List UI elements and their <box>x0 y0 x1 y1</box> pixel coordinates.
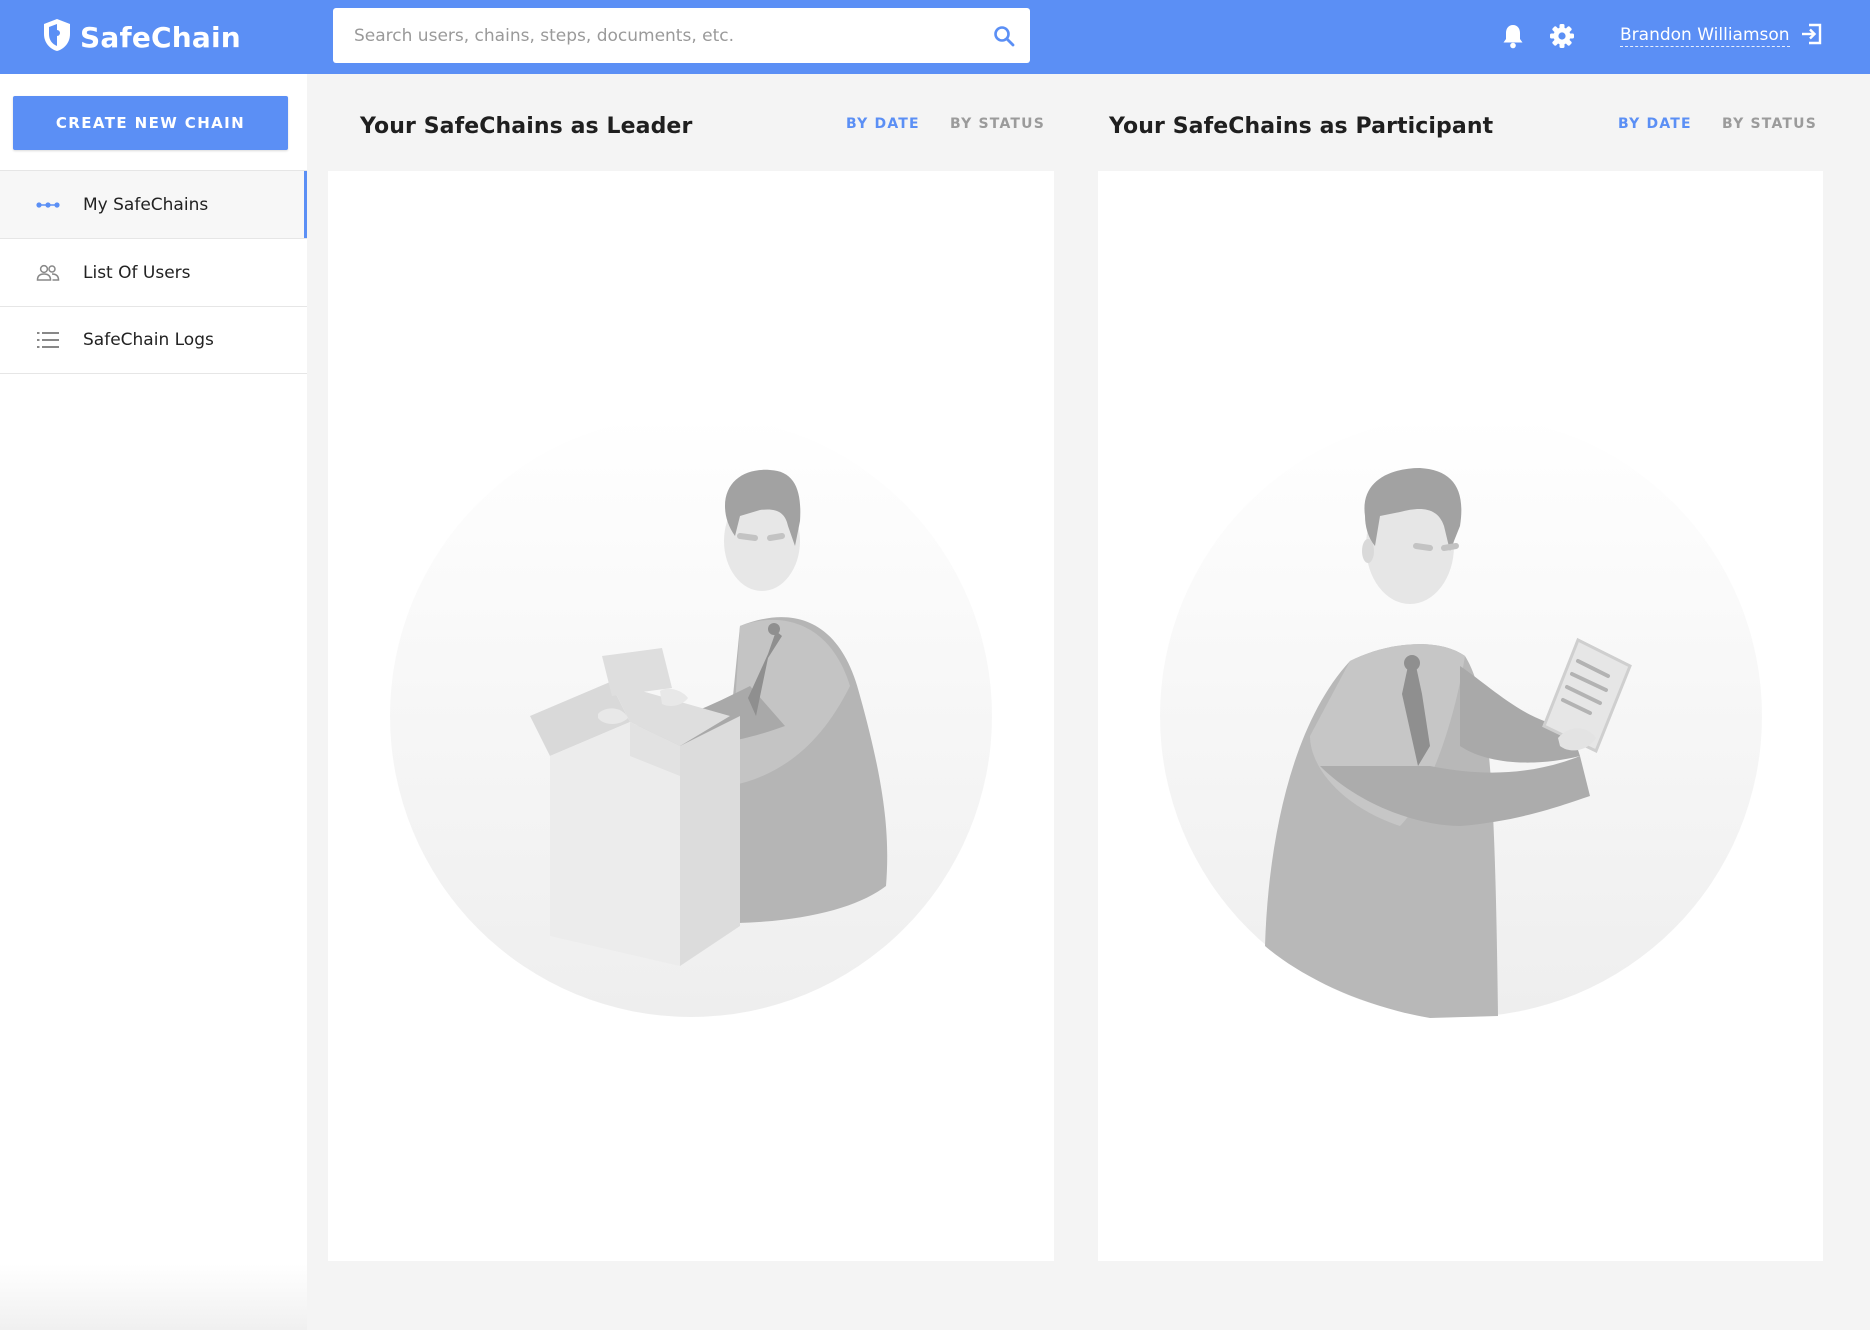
participant-section-title: Your SafeChains as Participant <box>1109 113 1494 139</box>
search-input[interactable] <box>333 8 978 63</box>
empty-leader-illustration <box>390 426 992 1017</box>
leader-section-title: Your SafeChains as Leader <box>360 113 693 139</box>
bell-icon[interactable] <box>1500 20 1526 52</box>
shield-icon <box>42 18 72 56</box>
leader-section-header: Your SafeChains as Leader <box>360 106 692 146</box>
gear-icon[interactable] <box>1548 20 1576 52</box>
create-new-chain-button[interactable]: CREATE NEW CHAIN <box>13 96 288 150</box>
sidebar-item-list-of-users[interactable]: List Of Users <box>0 238 307 306</box>
user-menu[interactable]: Brandon Williamson <box>1620 20 1824 52</box>
top-bar: SafeChain Brandon Will <box>0 0 1870 74</box>
sidebar-item-label: My SafeChains <box>83 194 209 215</box>
brand-logo[interactable]: SafeChain <box>42 14 241 60</box>
participant-sort-by-status[interactable]: BY STATUS <box>1722 116 1817 132</box>
leader-sort-by-status[interactable]: BY STATUS <box>950 116 1045 132</box>
participant-sort-by-date[interactable]: BY DATE <box>1618 116 1692 132</box>
participant-chains-panel <box>1098 171 1823 1261</box>
empty-participant-illustration <box>1160 426 1762 1018</box>
chain-dots-icon <box>36 200 76 210</box>
sidebar-nav: My SafeChains List Of Users SafeChain Lo… <box>0 170 307 374</box>
sidebar-item-my-safechains[interactable]: My SafeChains <box>0 170 307 238</box>
list-icon <box>36 330 76 350</box>
sidebar-item-safechain-logs[interactable]: SafeChain Logs <box>0 306 307 374</box>
leader-sort-by-date[interactable]: BY DATE <box>846 116 920 132</box>
user-name[interactable]: Brandon Williamson <box>1620 25 1790 47</box>
search-icon[interactable] <box>978 8 1030 63</box>
leader-chains-panel <box>328 171 1054 1261</box>
search-bar <box>333 8 1030 63</box>
logout-icon[interactable] <box>1800 22 1824 50</box>
sidebar-footer <box>0 1264 307 1330</box>
participant-section-header: Your SafeChains as Participant <box>1109 106 1493 146</box>
sidebar-item-label: SafeChain Logs <box>83 330 214 350</box>
sidebar: CREATE NEW CHAIN My SafeChains List Of U… <box>0 74 307 1330</box>
brand-name: SafeChain <box>80 20 241 54</box>
sidebar-item-label: List Of Users <box>83 262 191 283</box>
users-icon <box>36 264 76 282</box>
